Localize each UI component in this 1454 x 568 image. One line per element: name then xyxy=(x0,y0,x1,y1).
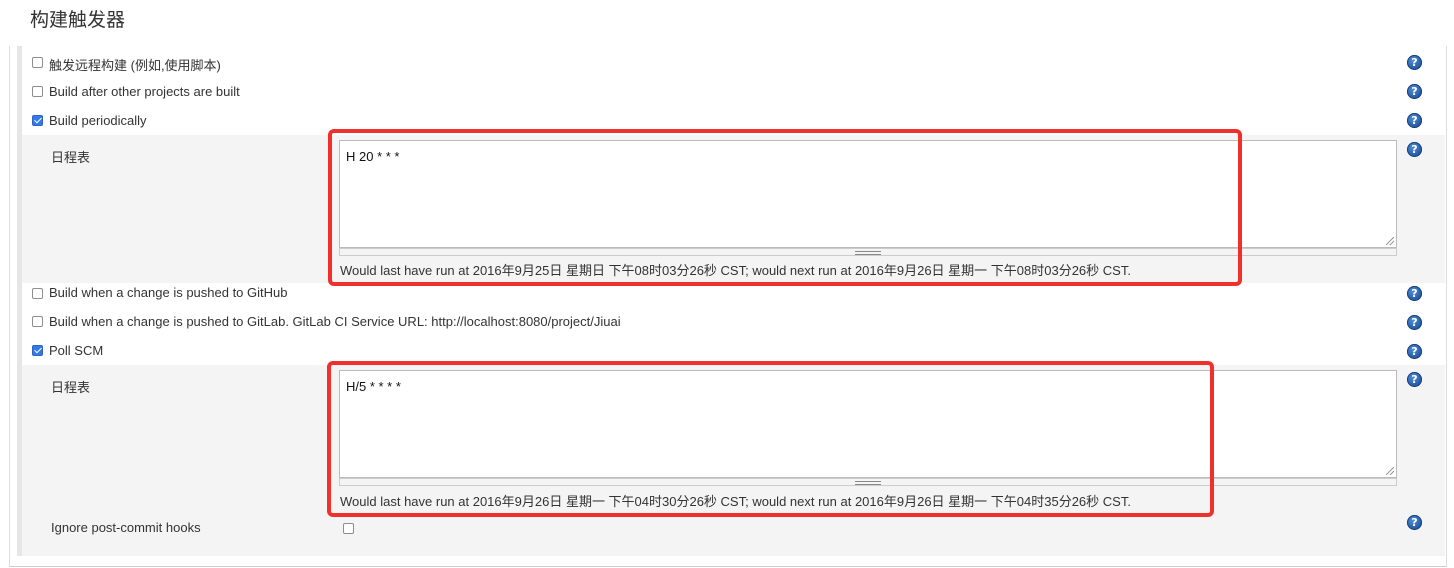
poll-scm-schedule-label: 日程表 xyxy=(51,380,91,395)
help-icon[interactable]: ? xyxy=(1407,113,1422,128)
gitlab-push-checkbox[interactable] xyxy=(32,316,43,327)
resize-handle-icon[interactable] xyxy=(1386,237,1394,245)
highlight-box-poll-scm xyxy=(327,361,1214,517)
help-icon[interactable]: ? xyxy=(1407,286,1422,301)
ignore-post-commit-hooks-label: Ignore post-commit hooks xyxy=(51,520,201,535)
build-periodically-label: Build periodically xyxy=(49,113,147,128)
help-icon[interactable]: ? xyxy=(1407,315,1422,330)
highlight-box-build-periodically xyxy=(328,129,1242,286)
remote-build-checkbox[interactable] xyxy=(32,57,43,68)
github-push-checkbox[interactable] xyxy=(32,288,43,299)
remote-build-label: 触发远程构建 (例如,使用脚本) xyxy=(49,58,221,73)
help-icon[interactable]: ? xyxy=(1407,515,1422,530)
resize-handle-icon[interactable] xyxy=(1386,467,1394,475)
after-other-projects-label: Build after other projects are built xyxy=(49,84,240,99)
poll-scm-label: Poll SCM xyxy=(49,343,104,358)
poll-scm-checkbox[interactable] xyxy=(32,345,43,356)
gitlab-push-label: Build when a change is pushed to GitLab.… xyxy=(49,314,621,329)
github-push-label: Build when a change is pushed to GitHub xyxy=(49,285,288,300)
help-icon[interactable]: ? xyxy=(1407,344,1422,359)
help-icon[interactable]: ? xyxy=(1407,84,1422,99)
help-icon[interactable]: ? xyxy=(1407,142,1422,157)
after-other-projects-checkbox[interactable] xyxy=(32,86,43,97)
build-periodically-schedule-label: 日程表 xyxy=(51,150,91,165)
ignore-post-commit-hooks-checkbox[interactable] xyxy=(343,523,354,534)
trigger-remote-build-row xyxy=(22,50,1445,76)
help-icon[interactable]: ? xyxy=(1407,55,1422,70)
section-title: 构建触发器 xyxy=(30,9,126,31)
help-icon[interactable]: ? xyxy=(1407,372,1422,387)
build-periodically-checkbox[interactable] xyxy=(32,115,43,126)
